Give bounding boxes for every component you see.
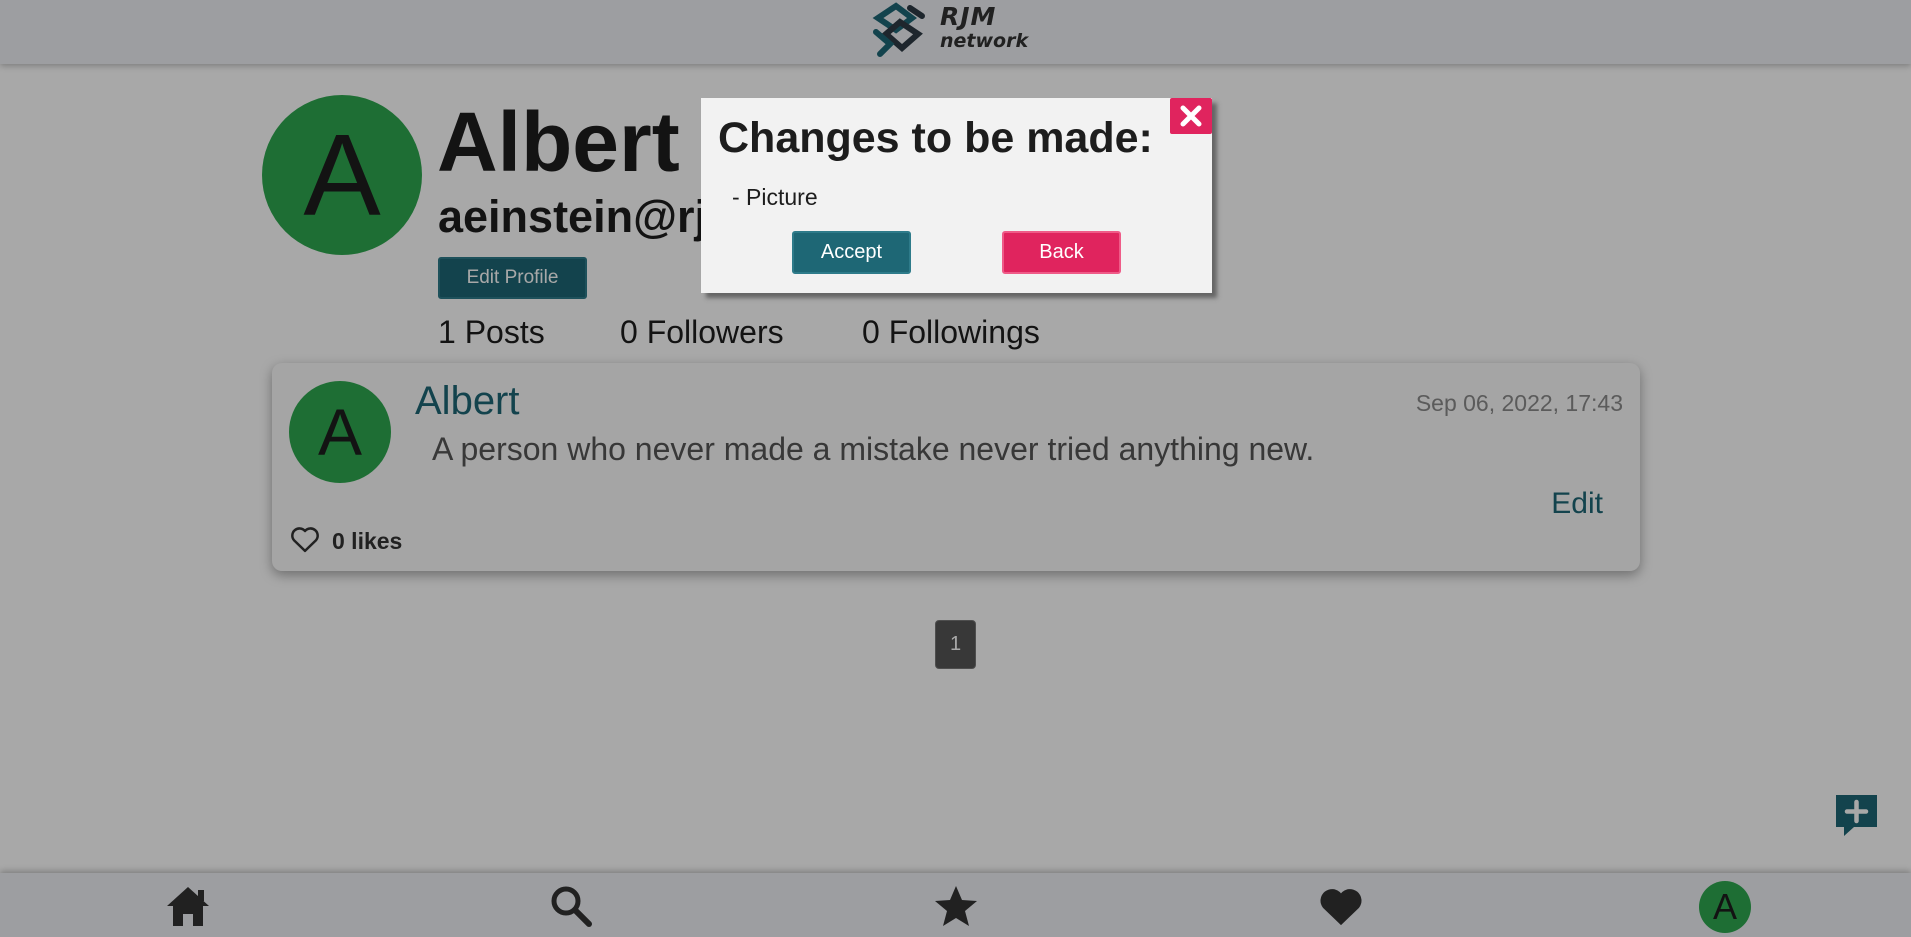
close-icon	[1180, 105, 1202, 127]
modal-close-button[interactable]	[1170, 98, 1212, 134]
back-button[interactable]: Back	[1002, 231, 1121, 274]
modal-title: Changes to be made:	[718, 114, 1153, 162]
accept-button[interactable]: Accept	[792, 231, 911, 274]
modal-change-item: - Picture	[732, 184, 818, 210]
changes-modal: Changes to be made: - Picture Accept Bac…	[701, 98, 1212, 293]
